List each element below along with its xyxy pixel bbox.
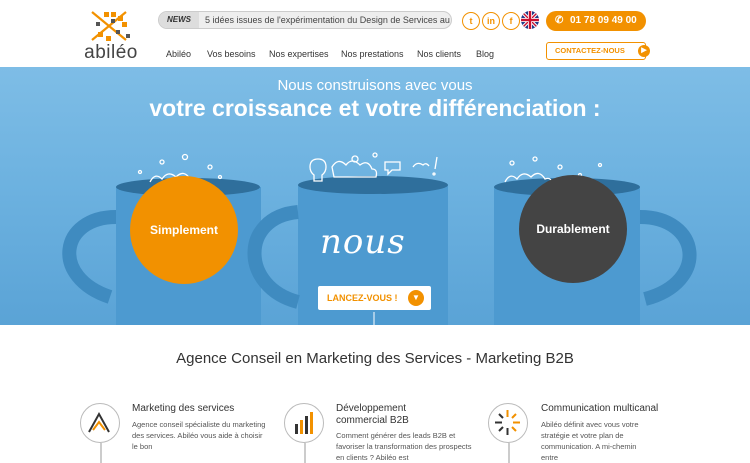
contact-label: CONTACTEZ-NOUS [555, 46, 625, 55]
phone-number: 01 78 09 49 00 [570, 15, 637, 26]
service-text-developpement: Comment générer des leads B2B et favoris… [336, 431, 472, 462]
twitter-icon[interactable]: t [462, 12, 480, 30]
nav-item-clients[interactable]: Nos clients [417, 49, 461, 59]
phone-icon: ✆ [555, 15, 564, 26]
simplement-circle: Simplement [130, 176, 238, 284]
service-title-developpement[interactable]: Développement commercial B2B [336, 403, 436, 427]
contact-button[interactable]: CONTACTEZ-NOUS ▶ [546, 42, 650, 60]
nous-script: nous [320, 222, 406, 262]
service-text-communication: Abiléo définit avec vous votre stratégie… [541, 420, 639, 462]
chevron-down-icon: ▼ [408, 290, 424, 306]
news-tag: NEWS [159, 12, 199, 28]
burst-icon [488, 403, 528, 443]
service-text-marketing: Agence conseil spécialiste du marketing … [132, 420, 266, 451]
linkedin-glyph: in [487, 16, 495, 26]
logo-text: abiléo [84, 42, 138, 63]
service-title-marketing[interactable]: Marketing des services [132, 403, 234, 415]
twitter-glyph: t [469, 16, 473, 26]
service-stem [100, 443, 102, 463]
section-title: Agence Conseil en Marketing des Services… [176, 350, 574, 367]
chevron-right-icon: ▶ [638, 45, 650, 57]
site-header: abiléo NEWS 5 idées issues de l'expérime… [0, 0, 750, 67]
service-title-communication[interactable]: Communication multicanal [541, 403, 658, 415]
cta-label: LANCEZ-VOUS ! [327, 293, 398, 303]
hero-banner: Nous construisons avec vous votre croiss… [0, 67, 750, 325]
nav-item-expertises[interactable]: Nos expertises [269, 49, 329, 59]
marketing-icon [80, 403, 120, 443]
phone-button[interactable]: ✆ 01 78 09 49 00 [546, 11, 646, 31]
abileo-logo[interactable]: abiléo [76, 10, 146, 63]
service-stem [508, 443, 510, 463]
news-ticker[interactable]: NEWS 5 idées issues de l'expérimentation… [158, 11, 452, 29]
hero-title: votre croissance et votre différenciatio… [149, 95, 601, 121]
nav-item-prestations[interactable]: Nos prestations [341, 49, 404, 59]
bar-chart-icon [284, 403, 324, 443]
service-stem [304, 443, 306, 463]
linkedin-icon[interactable]: in [482, 12, 500, 30]
news-headline[interactable]: 5 idées issues de l'expérimentation du D… [205, 12, 450, 28]
lancez-vous-button[interactable]: LANCEZ-VOUS ! ▼ [318, 286, 431, 310]
logo-mark-icon [91, 11, 130, 41]
facebook-glyph: f [509, 16, 513, 26]
uk-flag-icon[interactable] [521, 11, 539, 29]
facebook-icon[interactable]: f [502, 12, 520, 30]
durablement-circle: Durablement [519, 175, 627, 283]
nav-item-besoins[interactable]: Vos besoins [207, 49, 256, 59]
nav-item-abileo[interactable]: Abiléo [166, 49, 191, 59]
nav-item-blog[interactable]: Blog [476, 49, 494, 59]
hero-subtitle: Nous construisons avec vous [277, 77, 473, 94]
